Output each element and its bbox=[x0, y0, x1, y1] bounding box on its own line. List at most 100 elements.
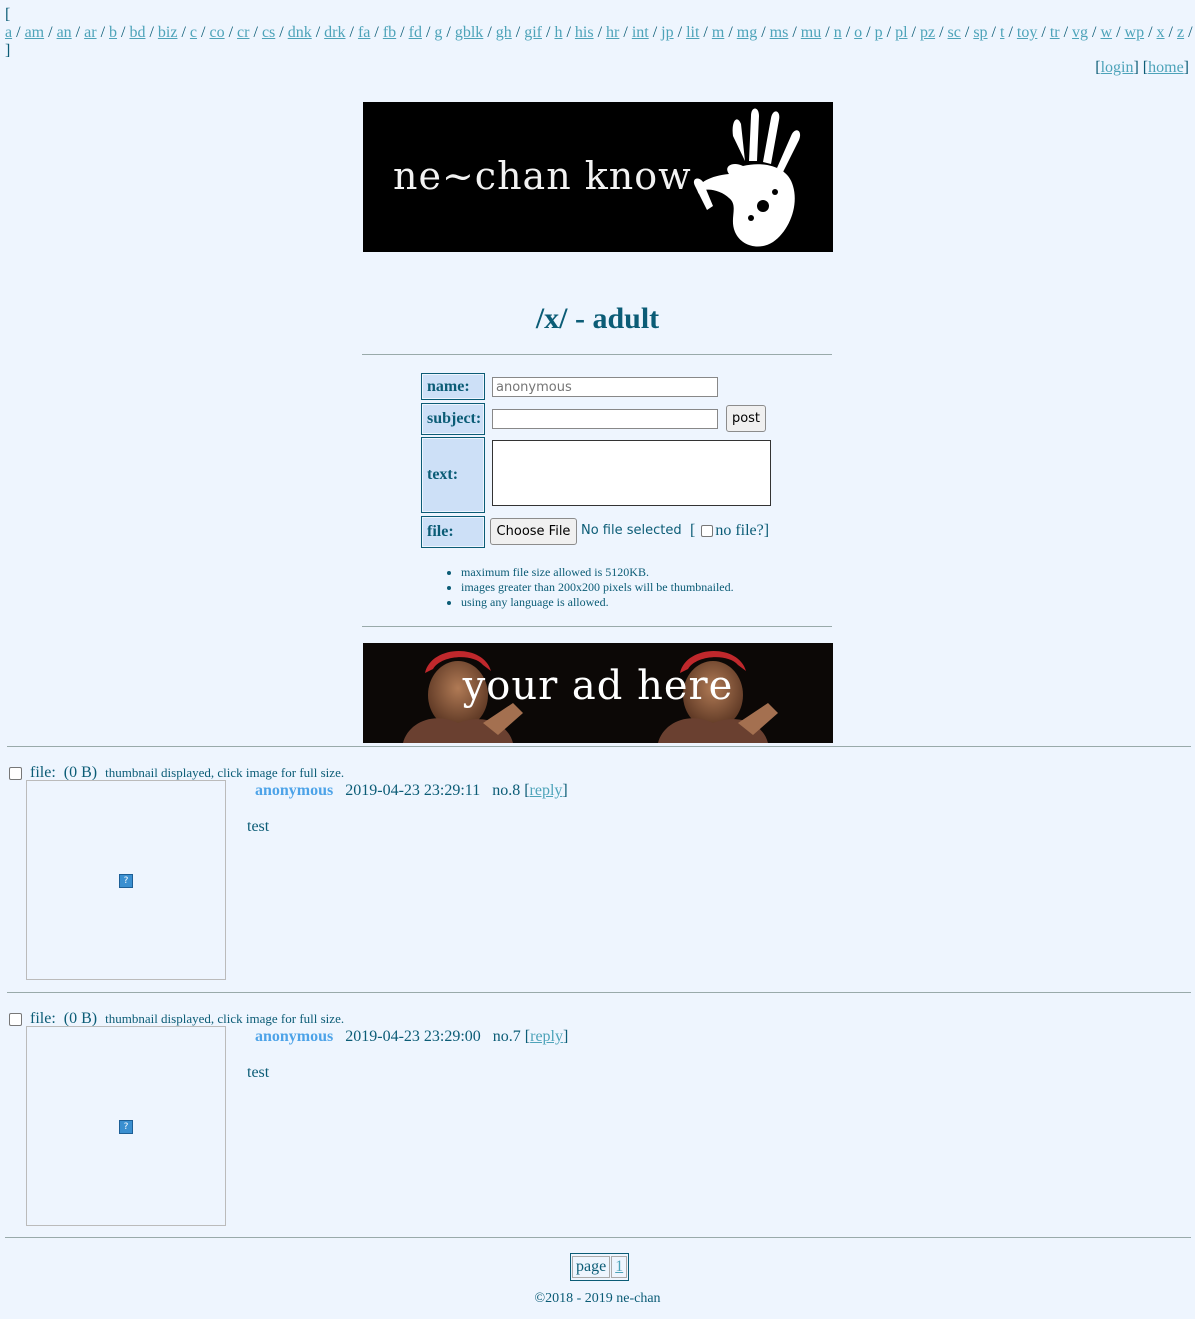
post-thumbnail[interactable]: ? bbox=[26, 780, 226, 980]
board-separator: / bbox=[483, 24, 496, 41]
post-select-checkbox[interactable] bbox=[9, 766, 22, 780]
divider bbox=[5, 1237, 1191, 1238]
divider bbox=[7, 746, 1191, 747]
board-list-close-bracket: ] bbox=[5, 42, 11, 59]
text-label: text: bbox=[421, 437, 485, 513]
board-link-tr[interactable]: tr bbox=[1050, 24, 1060, 41]
board-links: a / am / an / ar / b / bd / biz / c / co… bbox=[5, 24, 1193, 41]
board-link-biz[interactable]: biz bbox=[158, 24, 178, 41]
board-link-mu[interactable]: mu bbox=[801, 24, 821, 41]
board-link-am[interactable]: am bbox=[25, 24, 45, 41]
no-file-option: [no file?] bbox=[690, 522, 770, 539]
board-separator: / bbox=[862, 24, 875, 41]
board-link-int[interactable]: int bbox=[632, 24, 649, 41]
board-link-gif[interactable]: gif bbox=[524, 24, 542, 41]
board-separator: / bbox=[788, 24, 801, 41]
choose-file-button[interactable]: Choose File bbox=[490, 518, 577, 545]
board-link-pl[interactable]: pl bbox=[895, 24, 907, 41]
board-link-p[interactable]: p bbox=[875, 24, 883, 41]
board-link-o[interactable]: o bbox=[854, 24, 862, 41]
board-separator: / bbox=[197, 24, 210, 41]
board-separator: / bbox=[1004, 24, 1017, 41]
post-number[interactable]: no.8 bbox=[492, 782, 520, 799]
board-separator: / bbox=[117, 24, 130, 41]
board-separator: / bbox=[145, 24, 158, 41]
rule-item: images greater than 200x200 pixels will … bbox=[461, 580, 734, 595]
reply-link[interactable]: reply bbox=[530, 1028, 563, 1045]
board-link-sc[interactable]: sc bbox=[948, 24, 961, 41]
board-list-open-bracket: [ bbox=[5, 6, 11, 23]
board-separator: / bbox=[442, 24, 455, 41]
board-separator: / bbox=[96, 24, 110, 41]
post-number[interactable]: no.7 bbox=[493, 1028, 521, 1045]
board-link-x[interactable]: x bbox=[1157, 24, 1165, 41]
board-link-cr[interactable]: cr bbox=[237, 24, 249, 41]
board-link-vg[interactable]: vg bbox=[1072, 24, 1088, 41]
posting-rules: maximum file size allowed is 5120KB. ima… bbox=[445, 565, 734, 610]
name-field[interactable] bbox=[492, 377, 718, 397]
board-link-fd[interactable]: fd bbox=[409, 24, 422, 41]
board-link-his[interactable]: his bbox=[575, 24, 594, 41]
post-thumbnail[interactable]: ? bbox=[26, 1026, 226, 1226]
board-link-w[interactable]: w bbox=[1101, 24, 1113, 41]
board-link-cs[interactable]: cs bbox=[262, 24, 275, 41]
board-link-gblk[interactable]: gblk bbox=[455, 24, 483, 41]
board-link-ms[interactable]: ms bbox=[770, 24, 789, 41]
board-link-drk[interactable]: drk bbox=[324, 24, 345, 41]
page-label: page bbox=[572, 1256, 611, 1278]
board-link-wp[interactable]: wp bbox=[1125, 24, 1145, 41]
board-separator: / bbox=[1059, 24, 1073, 41]
broken-image-icon: ? bbox=[119, 874, 133, 888]
board-link-c[interactable]: c bbox=[190, 24, 197, 41]
board-separator: / bbox=[1037, 24, 1050, 41]
board-link-mg[interactable]: mg bbox=[737, 24, 757, 41]
board-link-ar[interactable]: ar bbox=[84, 24, 96, 41]
home-link[interactable]: home bbox=[1148, 59, 1184, 76]
board-separator: / bbox=[275, 24, 288, 41]
board-separator: / bbox=[699, 24, 712, 41]
ad-banner[interactable]: your ad here bbox=[363, 643, 833, 743]
name-label: name: bbox=[421, 373, 485, 400]
page-link-1[interactable]: 1 bbox=[611, 1256, 628, 1278]
board-link-jp[interactable]: jp bbox=[661, 24, 673, 41]
board-link-bd[interactable]: bd bbox=[129, 24, 145, 41]
board-link-hr[interactable]: hr bbox=[606, 24, 619, 41]
no-file-checkbox[interactable] bbox=[701, 525, 714, 537]
login-link[interactable]: login bbox=[1101, 59, 1134, 76]
board-separator: / bbox=[71, 24, 85, 41]
board-separator: / bbox=[882, 24, 896, 41]
board-separator: / bbox=[673, 24, 687, 41]
post-date: 2019-04-23 23:29:11 bbox=[345, 782, 481, 799]
board-separator: / bbox=[648, 24, 662, 41]
board-link-gh[interactable]: gh bbox=[496, 24, 512, 41]
board-link-sp[interactable]: sp bbox=[973, 24, 987, 41]
board-separator: / bbox=[724, 24, 737, 41]
subject-label: subject: bbox=[421, 403, 485, 435]
post-meta: anonymous 2019-04-23 23:29:11 no.8 [repl… bbox=[255, 782, 568, 799]
board-link-n[interactable]: n bbox=[834, 24, 842, 41]
footer-copyright: ©2018 - 2019 ne-chan bbox=[534, 1291, 661, 1306]
no-file-label: no file? bbox=[715, 522, 764, 539]
board-separator: / bbox=[542, 24, 555, 41]
text-field[interactable] bbox=[492, 440, 771, 506]
subject-field[interactable] bbox=[492, 409, 718, 429]
board-separator: / bbox=[1164, 24, 1177, 41]
board-link-dnk[interactable]: dnk bbox=[288, 24, 312, 41]
board-link-pz[interactable]: pz bbox=[920, 24, 935, 41]
board-separator: / bbox=[593, 24, 607, 41]
reply-link[interactable]: reply bbox=[530, 782, 563, 799]
board-link-lit[interactable]: lit bbox=[686, 24, 699, 41]
board-separator: / bbox=[987, 24, 1000, 41]
board-separator: / bbox=[311, 24, 325, 41]
board-link-toy[interactable]: toy bbox=[1017, 24, 1037, 41]
board-link-an[interactable]: an bbox=[57, 24, 72, 41]
board-link-co[interactable]: co bbox=[209, 24, 224, 41]
board-link-m[interactable]: m bbox=[712, 24, 724, 41]
ad-text: your ad here bbox=[462, 663, 734, 709]
board-link-fb[interactable]: fb bbox=[383, 24, 396, 41]
post-button[interactable]: post bbox=[726, 405, 766, 432]
board-link-b[interactable]: b bbox=[109, 24, 117, 41]
board-link-fa[interactable]: fa bbox=[358, 24, 370, 41]
board-separator: / bbox=[935, 24, 948, 41]
post-select-checkbox[interactable] bbox=[9, 1012, 22, 1026]
